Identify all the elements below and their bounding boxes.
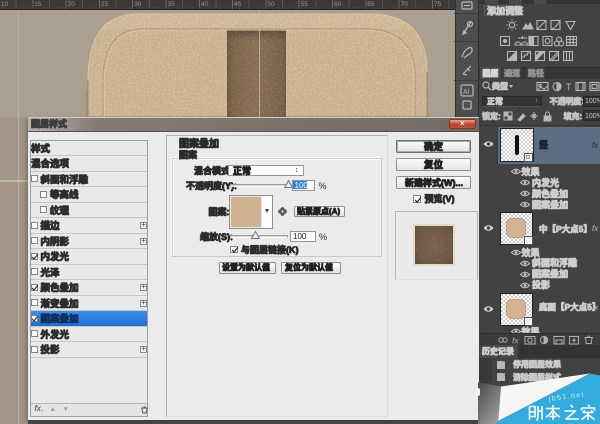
- svg-text:Al: Al: [463, 89, 470, 96]
- svg-text:fx: fx: [512, 335, 519, 345]
- svg-text:T: T: [566, 82, 572, 92]
